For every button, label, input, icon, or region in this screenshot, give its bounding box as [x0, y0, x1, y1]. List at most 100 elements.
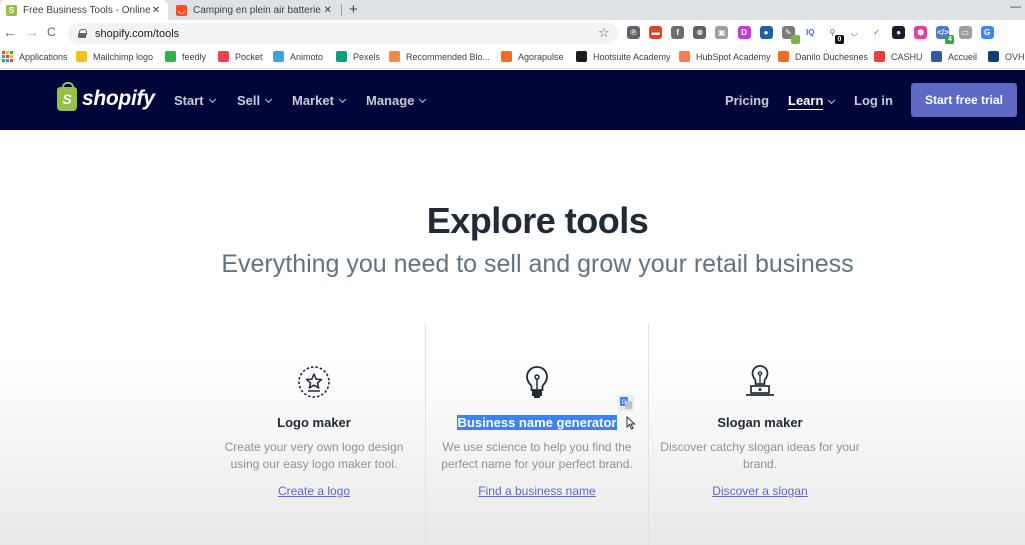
bookmark-item[interactable]: feedly — [165, 51, 206, 62]
chevron-down-icon — [828, 96, 836, 104]
bookmark-label: Mailchimp logo — [93, 51, 154, 62]
nav-login[interactable]: Log in — [854, 93, 893, 108]
feedly-icon — [165, 51, 176, 62]
reload-button[interactable]: C — [47, 25, 56, 39]
bookmark-item[interactable]: CASHU — [874, 51, 923, 62]
address-bar[interactable]: shopify.com/tools — [68, 23, 618, 44]
avatar-ext-extension-icon[interactable]: ● — [759, 26, 773, 39]
dark-circle-extension-icon[interactable]: ● — [892, 26, 906, 39]
nav-manage[interactable]: Manage — [366, 93, 427, 108]
main-content: Explore tools Everything you need to sel… — [0, 130, 1025, 545]
aliexpress-icon: ◡ — [176, 4, 187, 16]
mailchimp-icon — [76, 51, 87, 62]
site-header: S shopify Start Sell Market Manage Prici… — [0, 70, 1025, 130]
nav-start-label: Start — [174, 93, 204, 108]
tab-title: Free Business Tools - Online Tool — [23, 4, 151, 16]
bookmark-item[interactable]: Pexels — [336, 51, 380, 62]
link-ext-extension-icon[interactable]: ⚲ 0 — [826, 26, 844, 44]
recommended-icon — [389, 51, 400, 62]
ublock-extension-icon[interactable]: ⊗ — [693, 26, 707, 39]
chevron-down-icon — [208, 95, 216, 103]
nav-pricing-label: Pricing — [725, 93, 770, 108]
logo-maker-icon — [203, 364, 425, 400]
nav-sell[interactable]: Sell — [237, 93, 273, 108]
nav-market[interactable]: Market — [292, 93, 346, 108]
agorapulse-icon — [501, 51, 512, 62]
pinterest-extension-icon[interactable]: ℗ — [627, 26, 640, 39]
pink-ext-extension-icon[interactable]: ⬢ — [914, 26, 928, 39]
nav-start[interactable]: Start — [174, 93, 216, 108]
bookmark-star-icon[interactable]: ☆ — [598, 25, 610, 41]
tab-title: Camping en plein air batterie de — [193, 4, 322, 16]
tab-close-icon[interactable]: ✕ — [150, 5, 162, 16]
shopify-logo[interactable]: S shopify — [57, 82, 155, 111]
bookmark-item[interactable]: HubSpot Academy — [679, 51, 771, 62]
pocket-extension-icon[interactable]: ◡ — [848, 26, 861, 39]
nav-learn-label: Learn — [788, 93, 824, 110]
pexels-icon — [336, 51, 347, 62]
browser-tab-active[interactable]: S Free Business Tools - Online Tool ✕ — [0, 0, 168, 20]
discover-slogan-link[interactable]: Discover a slogan — [712, 484, 807, 498]
bookmark-label: Pocket — [235, 51, 263, 62]
tool-title: Slogan maker — [717, 415, 803, 430]
facebook-extension-icon[interactable]: f — [671, 26, 685, 39]
danilo-icon — [778, 51, 789, 62]
facebook-icon — [931, 51, 942, 62]
shopify-bag-icon: S — [57, 82, 77, 111]
bookmark-label: Applications — [19, 51, 68, 62]
hubspot-icon — [679, 51, 690, 62]
tool-card-logo-maker: Logo maker Create your very own logo des… — [203, 364, 425, 500]
bookmarks-bar: Applications Mailchimp logo feedly Pocket An… — [0, 47, 1025, 69]
color-picker-extension-icon[interactable]: ✎ — [781, 26, 800, 44]
pdf-extension-icon[interactable]: ▬ — [649, 26, 663, 39]
tab-ext-extension-icon[interactable]: ▭ — [958, 26, 972, 39]
tool-description: Create your very own logo design using o… — [224, 440, 404, 471]
selected-text: Business name generator — [456, 415, 618, 430]
code-ext-extension-icon[interactable]: </> 4 — [936, 26, 955, 44]
start-free-trial-button[interactable]: Start free trial — [911, 83, 1017, 117]
chevron-down-icon — [338, 95, 346, 103]
tab-separator — [341, 4, 342, 16]
todo-check-extension-icon[interactable]: ✓ — [870, 26, 883, 39]
browser-tab[interactable]: ◡ Camping en plein air batterie de ✕ — [170, 0, 340, 20]
back-button[interactable]: ← — [3, 24, 17, 40]
screenshot-extension-icon[interactable]: ▣ — [715, 26, 729, 39]
bookmark-item[interactable]: Applications — [2, 51, 68, 62]
url-text: shopify.com/tools — [95, 27, 180, 40]
bookmark-item[interactable]: OVH — [988, 51, 1025, 62]
bookmark-label: HubSpot Academy — [696, 51, 771, 62]
iq-extension-icon[interactable]: IQ — [804, 26, 817, 39]
dareboost-extension-icon[interactable]: D — [737, 26, 751, 39]
create-logo-link[interactable]: Create a logo — [278, 484, 350, 498]
mouse-cursor-icon — [626, 416, 636, 430]
bookmark-item[interactable]: Animoto — [273, 51, 323, 62]
lock-icon — [78, 29, 87, 38]
tab-close-icon[interactable]: ✕ — [321, 5, 334, 16]
bookmark-label: Animoto — [290, 51, 324, 62]
google-translate-extension-icon[interactable]: G — [980, 26, 994, 39]
nav-learn[interactable]: Learn — [788, 93, 836, 110]
bookmark-item[interactable]: Danilo Duchesnes — [778, 51, 868, 62]
extension-badge: 0 — [834, 35, 844, 44]
find-business-name-link[interactable]: Find a business name — [478, 484, 595, 498]
tool-card-business-name-generator: Business name generator We use science t… — [426, 364, 648, 500]
bookmark-item[interactable]: Hootsuite Academy — [576, 51, 671, 62]
bookmark-item[interactable]: Recommended Blo... — [389, 51, 490, 62]
bookmark-label: OVH — [1005, 51, 1025, 62]
bookmark-label: CASHU — [891, 51, 923, 62]
page-title: Explore tools — [426, 200, 649, 241]
google-translate-popup-button[interactable]: G — [618, 395, 634, 411]
bookmark-item[interactable]: Accueil — [931, 51, 977, 62]
nav-pricing[interactable]: Pricing — [725, 93, 769, 108]
new-tab-button[interactable]: + — [349, 1, 358, 18]
nav-market-label: Market — [292, 93, 334, 108]
minimize-button[interactable]: — — [1010, 1, 1021, 13]
bookmark-item[interactable]: Mailchimp logo — [76, 51, 153, 62]
bookmark-label: Hootsuite Academy — [593, 51, 671, 62]
pocket-icon — [218, 51, 229, 62]
bookmark-label: Recommended Blo... — [406, 51, 491, 62]
chevron-down-icon — [265, 95, 273, 103]
bookmark-item[interactable]: Pocket — [218, 51, 263, 62]
bookmark-item[interactable]: Agorapulse — [501, 51, 564, 62]
forward-button[interactable]: → — [25, 24, 39, 40]
